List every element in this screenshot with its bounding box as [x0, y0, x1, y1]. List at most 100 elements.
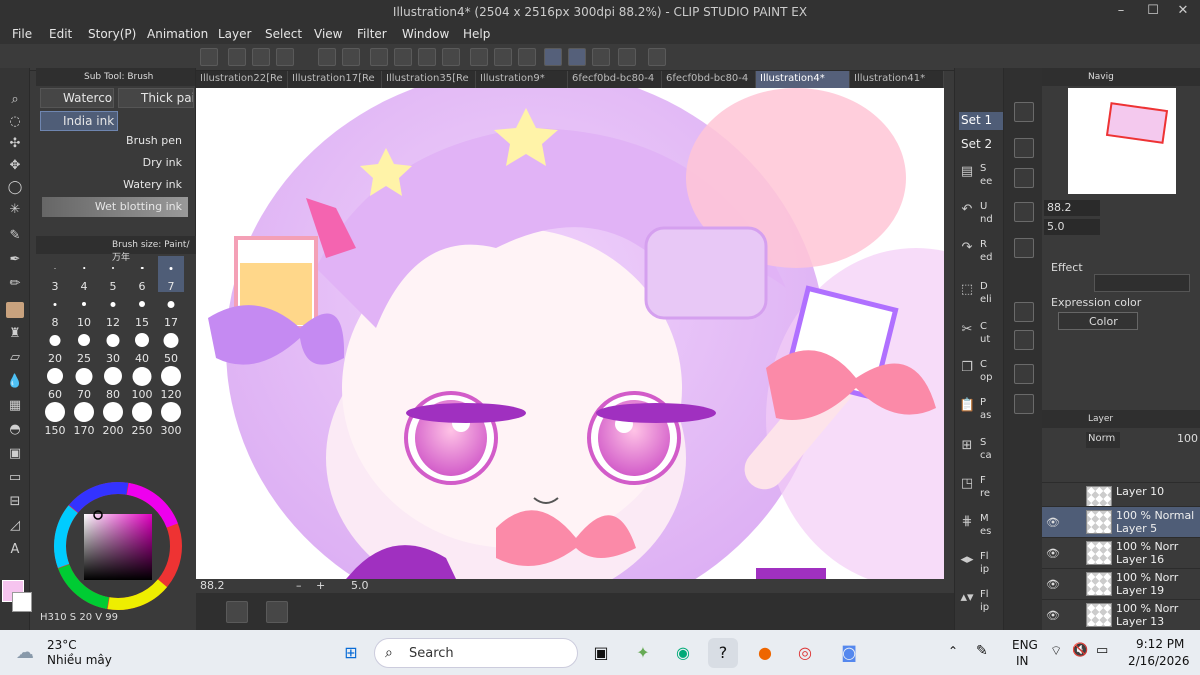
item-bank-icon[interactable] [1014, 364, 1034, 384]
cmd-undo[interactable]: ↶ Und [955, 198, 1003, 234]
clock-date[interactable]: 2/16/2026 [1128, 654, 1190, 668]
brush-size-170[interactable]: 170 [71, 400, 97, 437]
layer-property-icon[interactable] [1014, 138, 1034, 158]
tab-illustration9[interactable]: Illustration9* [476, 71, 568, 88]
eyedropper-icon[interactable]: ✎ [6, 228, 24, 244]
brush-size-5[interactable]: 5 [100, 256, 126, 293]
open-file-icon[interactable] [252, 48, 270, 66]
cmd-scale[interactable]: ⊞ Sca [955, 434, 1003, 470]
lang-line2[interactable]: IN [1016, 654, 1029, 668]
tab-illustration22[interactable]: Illustration22[Re [196, 71, 288, 88]
brush-size-25[interactable]: 25 [71, 328, 97, 365]
navigator-preview[interactable] [1068, 88, 1176, 194]
eraser-tool-icon[interactable]: ▱ [6, 350, 24, 366]
chevron-up-icon[interactable]: ⌃ [948, 644, 958, 658]
scale-icon[interactable] [442, 48, 460, 66]
device-icon[interactable] [618, 48, 636, 66]
eye-icon[interactable]: 👁 [1046, 578, 1060, 591]
decoration-tool-icon[interactable]: ♜ [6, 326, 24, 342]
menu-animation[interactable]: Animation [147, 27, 208, 41]
brush-size-17[interactable]: 17 [158, 292, 184, 329]
zoom-readout[interactable]: 88.2 [200, 579, 225, 592]
set-2-tab[interactable]: Set 2 [959, 136, 1003, 154]
material-icon[interactable] [1014, 238, 1034, 258]
cmd-deselect[interactable]: ⬚ Deli [955, 278, 1003, 314]
subtool-india-ink[interactable]: India ink [40, 111, 118, 131]
battery-icon[interactable]: ▭ [1096, 643, 1108, 658]
cmd-flip-h[interactable]: ◂▸ Fl ip [955, 548, 1003, 584]
tab-illustration17[interactable]: Illustration17[Re [288, 71, 382, 88]
brush-size-100[interactable]: 100 [129, 364, 155, 401]
fill-tool-icon[interactable]: ◓ [6, 422, 24, 438]
cmd-mesh[interactable]: ⋕ Mes [955, 510, 1003, 546]
brush-size-50[interactable]: 50 [158, 328, 184, 365]
clear-icon[interactable] [370, 48, 388, 66]
tab-illustration41[interactable]: Illustration41* [850, 71, 944, 88]
history-icon[interactable] [1014, 302, 1034, 322]
menu-view[interactable]: View [314, 27, 342, 41]
zoom-out-button[interactable]: – [296, 579, 302, 592]
eye-icon[interactable]: 👁 [1046, 547, 1060, 560]
set-1-tab[interactable]: Set 1 [959, 112, 1003, 130]
color-wheel[interactable] [36, 462, 196, 630]
brush-size-250[interactable]: 250 [129, 400, 155, 437]
operation-tool-icon[interactable]: ✣ [6, 136, 24, 152]
menu-story[interactable]: Story(P) [88, 27, 136, 41]
chrome-icon[interactable]: ◎ [790, 638, 820, 668]
brush-tool-icon[interactable] [6, 302, 24, 318]
brush-size-120[interactable]: 120 [158, 364, 184, 401]
layer-row[interactable]: 👁 100 % Normal Layer 5 [1042, 506, 1200, 537]
tab-thick-paint[interactable]: Thick paint [118, 88, 194, 108]
start-button[interactable]: ⊞ [336, 638, 366, 668]
navigator-panel-icon[interactable] [1014, 102, 1034, 122]
menu-filter[interactable]: Filter [357, 27, 387, 41]
save-icon[interactable] [276, 48, 294, 66]
minimize-button[interactable]: – [1106, 3, 1136, 18]
eye-icon[interactable]: 👁 [1046, 609, 1060, 622]
capture-icon[interactable] [266, 601, 288, 623]
brush-size-150[interactable]: 150 [42, 400, 68, 437]
cmd-copy[interactable]: ❐ Cop [955, 356, 1003, 392]
brush-size-3[interactable]: 3 [42, 256, 68, 293]
maximize-button[interactable]: ☐ [1138, 3, 1168, 18]
clip-studio-icon[interactable] [200, 48, 218, 66]
blend-tool-icon[interactable]: 💧 [6, 374, 24, 390]
move-tool-icon[interactable]: ✥ [6, 158, 24, 174]
invert-selection-icon[interactable] [494, 48, 512, 66]
menu-help[interactable]: Help [463, 27, 490, 41]
task-view-icon[interactable]: ▣ [586, 638, 616, 668]
tab-6fecf0bd-b[interactable]: 6fecf0bd-bc80-4 [662, 71, 756, 88]
layer-row[interactable]: 👁 100 % Norr Layer 16 [1042, 537, 1200, 568]
clip-studio-taskbar-icon[interactable]: ? [708, 638, 738, 668]
navigator-angle[interactable]: 5.0 [1044, 219, 1100, 235]
cmd-cut[interactable]: ✂ Cut [955, 318, 1003, 354]
undo-icon[interactable] [318, 48, 336, 66]
layer-row[interactable]: 👁 100 % Norr Layer 13 [1042, 599, 1200, 630]
drawing-canvas[interactable] [196, 88, 944, 579]
blend-mode-dropdown[interactable]: Norm [1086, 432, 1120, 448]
cmd-flip-v[interactable]: ▴▾ Fl ip [955, 586, 1003, 622]
brush-size-300[interactable]: 300 [158, 400, 184, 437]
frame-tool-icon[interactable]: ▭ [6, 470, 24, 486]
tab-watercolor[interactable]: Watercolor [40, 88, 114, 108]
expression-color-dropdown[interactable]: Color [1058, 312, 1138, 330]
tab-illustration4[interactable]: Illustration4* [756, 71, 850, 88]
wet-blotting-ink-item[interactable]: Wet blotting ink [42, 197, 188, 217]
brush-size-6[interactable]: 6 [129, 256, 155, 293]
pencil-tool-icon[interactable]: ✏ [6, 276, 24, 292]
volume-icon[interactable]: 🔇 [1072, 643, 1088, 658]
firefox-icon[interactable]: ● [750, 638, 780, 668]
text-tool-icon[interactable]: A [6, 542, 24, 558]
snap-grid-icon[interactable] [592, 48, 610, 66]
brush-size-8[interactable]: 8 [42, 292, 68, 329]
lang-line1[interactable]: ENG [1012, 638, 1038, 652]
snap-ruler-icon[interactable] [544, 48, 562, 66]
cmd-redo[interactable]: ↷ Red [955, 236, 1003, 272]
menu-edit[interactable]: Edit [49, 27, 72, 41]
brush-size-60[interactable]: 60 [42, 364, 68, 401]
sub-color-swatch[interactable] [12, 592, 32, 612]
search-box[interactable]: ⌕ Search [374, 638, 578, 668]
clock-time[interactable]: 9:12 PM [1136, 637, 1184, 651]
cmd-fill[interactable]: ◳ Fre [955, 472, 1003, 508]
frame-border-icon[interactable]: ⊟ [6, 494, 24, 510]
